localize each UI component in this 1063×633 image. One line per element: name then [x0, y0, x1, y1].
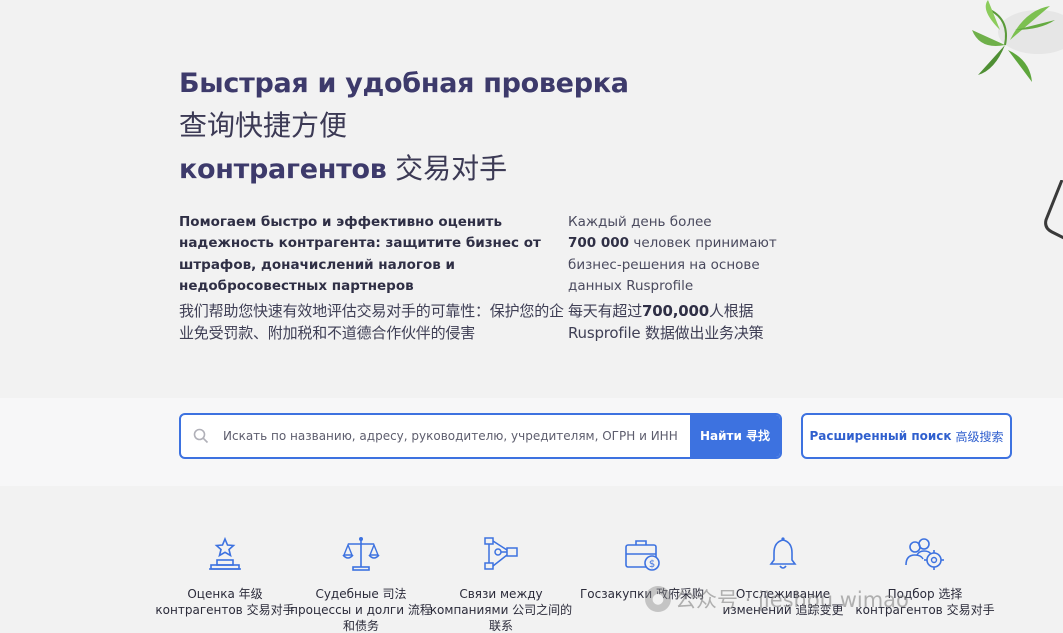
advanced-search-label-cn: 高级搜索: [955, 429, 1004, 444]
bell-icon: [708, 535, 858, 575]
description-left-ru: Помогаем быстро и эффективно оценить над…: [179, 214, 541, 294]
stat-cn-pre: 每天有超过: [568, 302, 643, 321]
wechat-icon: ●: [645, 586, 671, 612]
watermark-text: 公众号 · jieshou wimao: [675, 588, 909, 612]
hero-title: Быстрая и удобная проверка 查询快捷方便 контра…: [179, 66, 629, 190]
hero-title-line3-ru: контрагентов: [179, 154, 387, 185]
network-icon: [426, 535, 576, 575]
feature-label: Оценка 年级 контрагентов 交易对手: [155, 587, 295, 617]
plant-decoration: [960, 0, 1063, 90]
stat-pre: Каждый день более: [568, 214, 712, 230]
feature-rating[interactable]: Оценка 年级 контрагентов 交易对手: [150, 535, 300, 618]
feature-label: Связи между компаниями 公司之间的联系: [429, 587, 573, 633]
scales-icon: [286, 535, 436, 575]
search-box: Найти 寻找: [179, 413, 782, 459]
description-left-cn: 我们帮助您快速有效地评估交易对手的可靠性：保护您的企业免受罚款、附加税和不道德合…: [179, 302, 564, 343]
search-input[interactable]: [221, 415, 690, 457]
hero-title-line2: 查询快捷方便: [179, 109, 348, 142]
watermark: ● 公众号 · jieshou wimao: [645, 584, 909, 614]
hero-title-line3: контрагентов 交易对手: [179, 148, 629, 190]
hero-title-line3-cn: 交易对手: [395, 152, 508, 185]
rating-pedestal-icon: [150, 535, 300, 575]
users-gear-icon: [850, 535, 1000, 575]
stat-number: 700 000: [568, 235, 630, 252]
description-right-ru: Каждый день более 700 000 человек приним…: [568, 212, 808, 297]
briefcase-money-icon: $: [567, 535, 717, 575]
description-right-cn: 每天有超过700,000人根据 Rusprofile 数据做出业务决策: [568, 300, 808, 344]
feature-court[interactable]: Судебные 司法 процессы и долги 流程和债务: [286, 535, 436, 633]
advanced-search-label-ru: Расширенный поиск: [809, 429, 952, 443]
feature-label: Судебные 司法 процессы и долги 流程和债务: [290, 587, 432, 633]
advanced-search-button[interactable]: Расширенный поиск 高级搜索: [801, 413, 1012, 459]
features-row: Оценка 年级 контрагентов 交易对手 Судебные 司法 …: [150, 535, 1063, 633]
description-right: Каждый день более 700 000 человек приним…: [568, 212, 808, 344]
svg-text:$: $: [649, 559, 655, 570]
search-button[interactable]: Найти 寻找: [690, 415, 780, 457]
hero-title-line1: Быстрая и удобная проверка: [179, 68, 629, 99]
feature-links[interactable]: Связи между компаниями 公司之间的联系: [426, 535, 576, 633]
stat-cn-number: 700,000: [642, 302, 709, 321]
description-left: Помогаем быстро и эффективно оценить над…: [179, 212, 569, 344]
search-icon: [181, 415, 221, 457]
device-decoration: [1040, 179, 1063, 250]
